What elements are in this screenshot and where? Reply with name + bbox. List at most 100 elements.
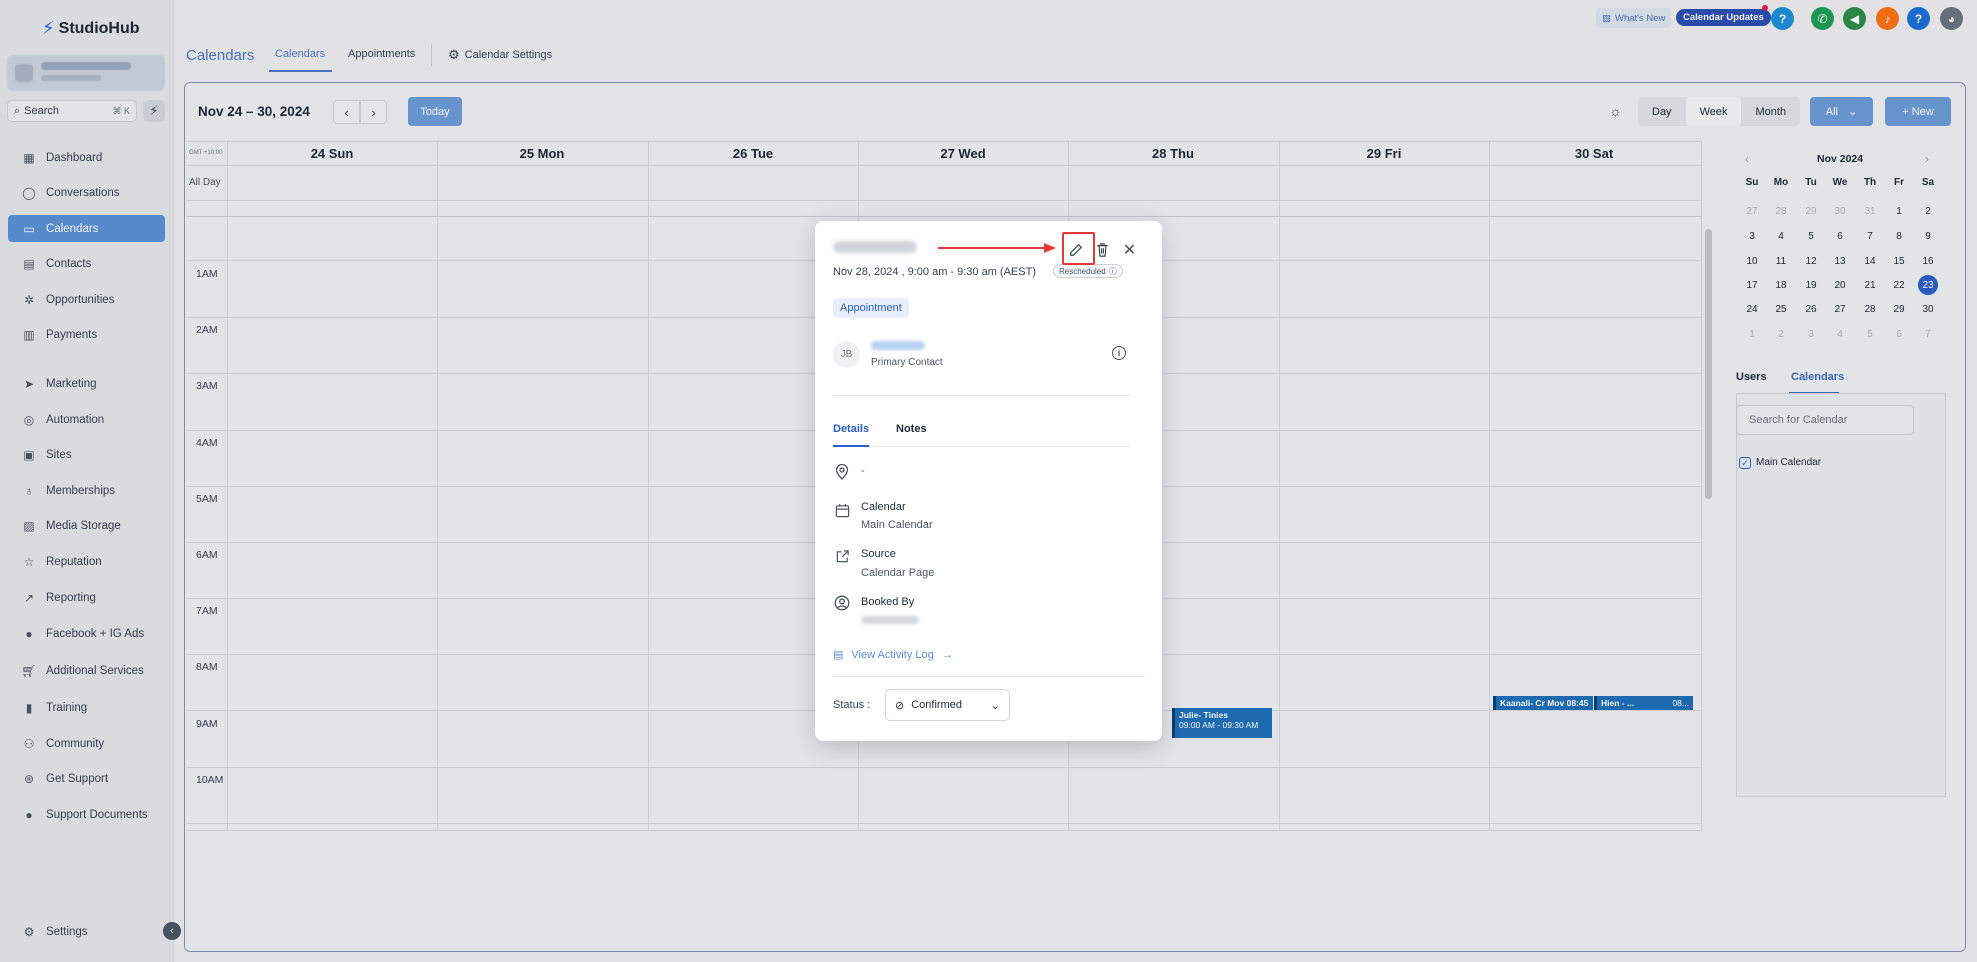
mini-day-cell[interactable]: 1 <box>1888 201 1910 221</box>
sidebar-item-additional-services[interactable]: 🛒︎ Additional Services <box>8 657 165 684</box>
mini-day-cell[interactable]: 16 <box>1917 251 1939 271</box>
mini-day-cell[interactable]: 11 <box>1770 251 1792 271</box>
sidebar-item-community[interactable]: ⚇ Community <box>8 730 165 757</box>
sidebar-item-dashboard[interactable]: ▦ Dashboard <box>8 144 165 171</box>
lightbulb-icon[interactable]: ☼ <box>1609 103 1622 119</box>
mini-day-cell[interactable]: 24 <box>1741 299 1763 319</box>
account-switcher[interactable] <box>7 55 165 91</box>
sidebar-item-reporting[interactable]: ↗ Reporting <box>8 584 165 611</box>
tab-appointments[interactable]: Appointments <box>348 48 415 60</box>
mini-day-cell[interactable]: 6 <box>1829 226 1851 246</box>
mini-day-cell[interactable]: 20 <box>1829 275 1851 295</box>
notifications-button[interactable]: ♪ <box>1876 7 1899 30</box>
mini-day-cell[interactable]: 8 <box>1888 226 1910 246</box>
mini-day-cell[interactable]: 2 <box>1770 324 1792 344</box>
sidebar-item-support-documents[interactable]: ● Support Documents <box>8 801 165 828</box>
mini-day-cell[interactable]: 19 <box>1800 275 1822 295</box>
sidebar-item-automation[interactable]: ◎ Automation <box>8 406 165 433</box>
edit-button[interactable] <box>1062 236 1089 263</box>
mini-day-cell[interactable]: 2 <box>1917 201 1939 221</box>
collapse-sidebar-button[interactable]: ‹ <box>163 922 181 940</box>
calendar-search-input[interactable]: Search for Calendar <box>1736 405 1914 435</box>
sidebar-item-payments[interactable]: ▥ Payments <box>8 321 165 348</box>
sidebar-item-marketing[interactable]: ➤ Marketing <box>8 370 165 397</box>
tab-calendars[interactable]: Calendars <box>275 48 325 60</box>
mini-day-cell[interactable]: 29 <box>1888 299 1910 319</box>
sidebar-item-reputation[interactable]: ☆ Reputation <box>8 548 165 575</box>
calendar-updates-badge[interactable]: Calendar Updates <box>1676 9 1771 26</box>
sidebar-item-conversations[interactable]: ◯ Conversations <box>8 179 165 206</box>
announcements-button[interactable]: ◀ <box>1843 7 1866 30</box>
sidebar-item-contacts[interactable]: ▤ Contacts <box>8 250 165 277</box>
mini-day-cell[interactable]: 5 <box>1859 324 1881 344</box>
mini-day-cell[interactable]: 4 <box>1770 226 1792 246</box>
support-help-button[interactable]: ? <box>1907 7 1930 30</box>
contact-info-button[interactable]: i <box>1112 346 1126 360</box>
mini-day-cell[interactable]: 3 <box>1741 226 1763 246</box>
main-calendar-checkbox[interactable]: ✓ <box>1739 457 1751 469</box>
mini-prev-month-button[interactable]: ‹ <box>1745 152 1749 166</box>
tab-details[interactable]: Details <box>833 423 869 435</box>
mini-day-cell[interactable]: 29 <box>1800 201 1822 221</box>
tab-side-calendars[interactable]: Calendars <box>1791 371 1844 383</box>
tab-users[interactable]: Users <box>1736 371 1767 383</box>
sidebar-item-training[interactable]: ▮ Training <box>8 694 165 721</box>
whats-new-button[interactable]: ▧ What's New <box>1596 8 1672 28</box>
grid-scrollbar[interactable] <box>1705 229 1712 499</box>
sidebar-item-facebook-ig-ads[interactable]: ● Facebook + IG Ads <box>8 620 165 647</box>
sidebar-item-sites[interactable]: ▣ Sites <box>8 441 165 468</box>
mini-day-cell[interactable]: 27 <box>1829 299 1851 319</box>
mini-day-cell[interactable]: 4 <box>1829 324 1851 344</box>
mini-day-cell[interactable]: 25 <box>1770 299 1792 319</box>
sidebar-item-opportunities[interactable]: ✲ Opportunities <box>8 286 165 313</box>
mini-day-cell[interactable]: 14 <box>1859 251 1881 271</box>
mini-day-cell[interactable]: 28 <box>1859 299 1881 319</box>
next-week-button[interactable]: › <box>360 100 387 124</box>
mini-day-cell[interactable]: 13 <box>1829 251 1851 271</box>
mini-day-cell[interactable]: 7 <box>1859 226 1881 246</box>
mini-day-cell[interactable]: 26 <box>1800 299 1822 319</box>
phone-button[interactable]: ✆ <box>1811 7 1834 30</box>
close-button[interactable]: ✕ <box>1116 236 1143 263</box>
today-button[interactable]: Today <box>408 97 462 126</box>
mini-day-cell[interactable]: 3 <box>1800 324 1822 344</box>
mini-day-cell[interactable]: 6 <box>1888 324 1910 344</box>
tab-calendar-settings[interactable]: ⚙ Calendar Settings <box>448 47 552 63</box>
view-week-button[interactable]: Week <box>1685 97 1742 126</box>
mini-day-cell[interactable]: 22 <box>1888 275 1910 295</box>
view-activity-log-link[interactable]: ▤ View Activity Log → <box>833 648 953 662</box>
view-day-button[interactable]: Day <box>1638 97 1686 126</box>
mini-day-cell[interactable]: 9 <box>1917 226 1939 246</box>
new-button[interactable]: + New <box>1885 97 1951 126</box>
mini-day-cell[interactable]: 31 <box>1859 201 1881 221</box>
mini-next-month-button[interactable]: › <box>1925 152 1929 166</box>
help-button[interactable]: ? <box>1771 7 1794 30</box>
mini-day-cell[interactable]: 21 <box>1859 275 1881 295</box>
sidebar-item-calendars[interactable]: ▭ Calendars <box>8 215 165 242</box>
mini-day-cell[interactable]: 7 <box>1917 324 1939 344</box>
mini-day-cell[interactable]: 18 <box>1770 275 1792 295</box>
mini-day-cell[interactable]: 17 <box>1741 275 1763 295</box>
mini-day-cell[interactable]: 10 <box>1741 251 1763 271</box>
brand-logo[interactable]: ⚡ StudioHub <box>42 18 140 39</box>
sidebar-item-media-storage[interactable]: ▨ Media Storage <box>8 512 165 539</box>
mini-day-cell[interactable]: 23 <box>1918 275 1938 295</box>
event-block[interactable]: Kaanali- Cr Mov 08:45 <box>1493 696 1593 710</box>
quick-actions-button[interactable]: ⚡ <box>143 100 165 122</box>
mini-day-cell[interactable]: 30 <box>1829 201 1851 221</box>
filter-all-dropdown[interactable]: All ⌄ <box>1810 97 1873 126</box>
view-month-button[interactable]: Month <box>1741 97 1800 126</box>
user-avatar[interactable]: ◕ <box>1940 7 1963 30</box>
mini-day-cell[interactable]: 15 <box>1888 251 1910 271</box>
contact-name-redacted[interactable] <box>871 341 925 350</box>
mini-day-cell[interactable]: 27 <box>1741 201 1763 221</box>
mini-day-cell[interactable]: 1 <box>1741 324 1763 344</box>
sidebar-item-get-support[interactable]: ⊛ Get Support <box>8 765 165 792</box>
mini-day-cell[interactable]: 5 <box>1800 226 1822 246</box>
sidebar-item-memberships[interactable]: ♁ Memberships <box>8 477 165 504</box>
sidebar-search[interactable]: ⌕ Search ⌘ K <box>7 100 137 122</box>
tab-notes[interactable]: Notes <box>896 423 927 435</box>
mini-day-cell[interactable]: 30 <box>1917 299 1939 319</box>
delete-button[interactable] <box>1089 236 1116 263</box>
mini-day-cell[interactable]: 28 <box>1770 201 1792 221</box>
